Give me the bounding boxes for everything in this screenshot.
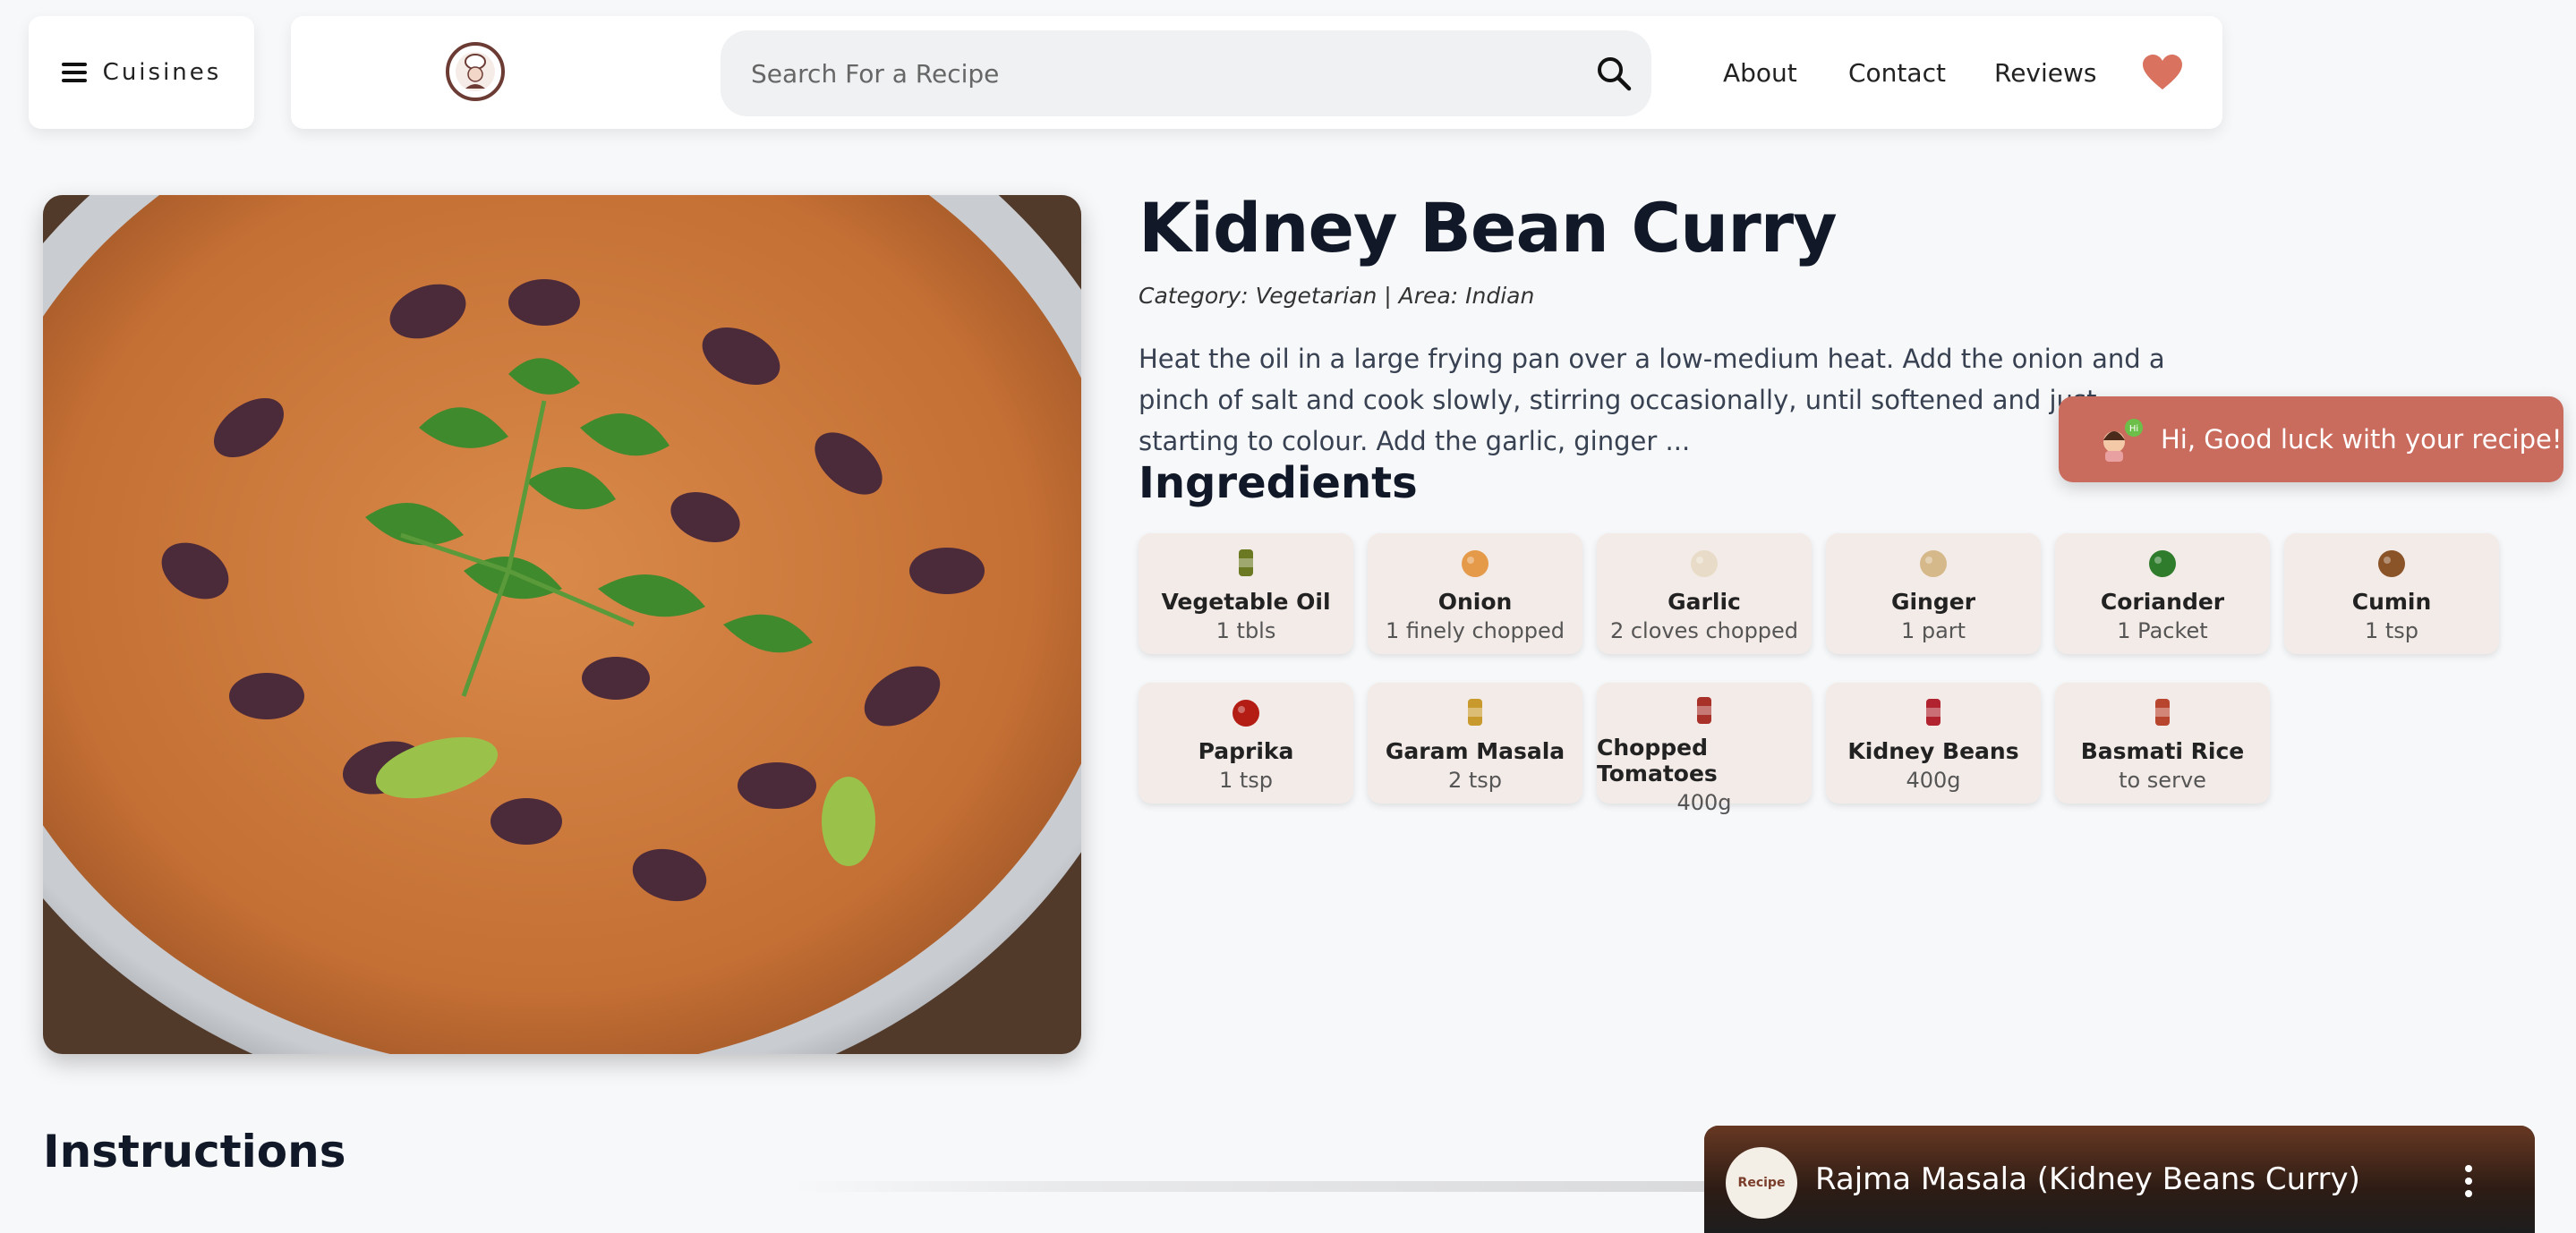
- ingredient-card[interactable]: Cumin 1 tsp: [2284, 533, 2499, 654]
- nav-contact-link[interactable]: Contact: [1848, 16, 1946, 129]
- onion-icon: [1455, 542, 1495, 582]
- nav-about-link[interactable]: About: [1723, 16, 1797, 129]
- search-bar: [721, 30, 1651, 116]
- more-options-icon[interactable]: [2465, 1165, 2472, 1203]
- ingredient-name: Garam Masala: [1385, 738, 1565, 764]
- rice-bag-icon: [2143, 692, 2182, 731]
- ingredient-name: Onion: [1437, 589, 1513, 615]
- ingredient-card[interactable]: Onion 1 finely chopped: [1368, 533, 1582, 654]
- recipe-description: Heat the oil in a large frying pan over …: [1139, 344, 2165, 456]
- cuisines-button[interactable]: Cuisines: [29, 16, 254, 129]
- coriander-icon: [2143, 542, 2182, 582]
- channel-badge-text: Recipe: [1737, 1176, 1786, 1190]
- ingredient-name: Coriander: [2100, 589, 2225, 615]
- tomato-can-icon: [1685, 692, 1724, 727]
- ingredient-card[interactable]: Kidney Beans 400g: [1826, 683, 2041, 804]
- heart-icon[interactable]: [2142, 54, 2183, 91]
- video-title[interactable]: Rajma Masala (Kidney Beans Curry): [1815, 1161, 2360, 1197]
- cuisines-label: Cuisines: [102, 59, 222, 86]
- ingredient-card[interactable]: Paprika 1 tsp: [1139, 683, 1353, 804]
- chef-avatar-icon: Hi: [2103, 419, 2143, 462]
- toast-message: Hi, Good luck with your recipe!: [2161, 424, 2563, 455]
- ingredient-measure: 400g: [1676, 790, 1732, 815]
- ingredient-name: Basmati Rice: [2080, 738, 2245, 764]
- nav-reviews-link[interactable]: Reviews: [1994, 16, 2097, 129]
- search-icon[interactable]: [1594, 54, 1633, 93]
- instructions-heading: Instructions: [43, 1126, 346, 1178]
- greeting-toast[interactable]: Hi Hi, Good luck with your recipe!: [2059, 396, 2563, 482]
- ingredient-measure: 1 Packet: [2117, 618, 2208, 643]
- ingredient-name: Paprika: [1198, 738, 1294, 764]
- ingredient-measure: 1 part: [1900, 618, 1966, 643]
- ingredient-card[interactable]: Vegetable Oil 1 tbls: [1139, 533, 1353, 654]
- ingredient-card[interactable]: Garlic 2 cloves chopped: [1597, 533, 1812, 654]
- ingredient-name: Cumin: [2351, 589, 2432, 615]
- ingredient-measure: 1 finely chopped: [1385, 618, 1565, 643]
- ingredients-grid: Vegetable Oil 1 tbls Onion 1 finely chopped…: [1139, 533, 2517, 815]
- ingredient-measure: 1 tsp: [1218, 768, 1274, 793]
- search-input[interactable]: [749, 57, 1558, 89]
- recipe-image: [43, 195, 1081, 1054]
- ingredient-card[interactable]: Basmati Rice to serve: [2055, 683, 2270, 804]
- paprika-icon: [1226, 692, 1266, 731]
- hamburger-icon: [61, 63, 87, 82]
- ingredient-name: Ginger: [1890, 589, 1976, 615]
- ingredient-name: Vegetable Oil: [1161, 589, 1331, 615]
- chef-logo[interactable]: [446, 42, 505, 101]
- ingredient-measure: to serve: [2119, 768, 2206, 793]
- bean-can-icon: [1914, 692, 1953, 731]
- garam-masala-jar-icon: [1455, 692, 1495, 731]
- ingredient-measure: 1 tsp: [2364, 618, 2419, 643]
- recipe-meta: Category: Vegetarian | Area: Indian: [1139, 283, 1535, 309]
- video-player[interactable]: Recipe Rajma Masala (Kidney Beans Curry): [1704, 1126, 2535, 1233]
- ingredient-name: Garlic: [1668, 589, 1741, 615]
- recipe-title: Kidney Bean Curry: [1139, 188, 1838, 268]
- oil-bottle-icon: [1226, 542, 1266, 582]
- ingredient-measure: 2 cloves chopped: [1609, 618, 1799, 643]
- ingredient-card[interactable]: Coriander 1 Packet: [2055, 533, 2270, 654]
- ingredient-card[interactable]: Ginger 1 part: [1826, 533, 2041, 654]
- channel-avatar[interactable]: Recipe: [1726, 1147, 1797, 1219]
- ingredients-heading: Ingredients: [1139, 458, 1418, 508]
- ginger-icon: [1914, 542, 1953, 582]
- ingredient-name: Chopped Tomatoes: [1597, 735, 1718, 787]
- ingredient-name: Kidney Beans: [1847, 738, 2019, 764]
- top-navigation-bar: About Contact Reviews: [291, 16, 2222, 129]
- ingredient-measure: 2 tsp: [1447, 768, 1503, 793]
- section-divider: [788, 1181, 1710, 1192]
- svg-text:Hi: Hi: [2129, 424, 2138, 434]
- ingredient-card[interactable]: Garam Masala 2 tsp: [1368, 683, 1582, 804]
- cumin-icon: [2372, 542, 2411, 582]
- ingredient-measure: 400g: [1906, 768, 1961, 793]
- ingredient-card[interactable]: Chopped Tomatoes 400g: [1597, 683, 1812, 815]
- ingredient-measure: 1 tbls: [1215, 618, 1276, 643]
- garlic-icon: [1685, 542, 1724, 582]
